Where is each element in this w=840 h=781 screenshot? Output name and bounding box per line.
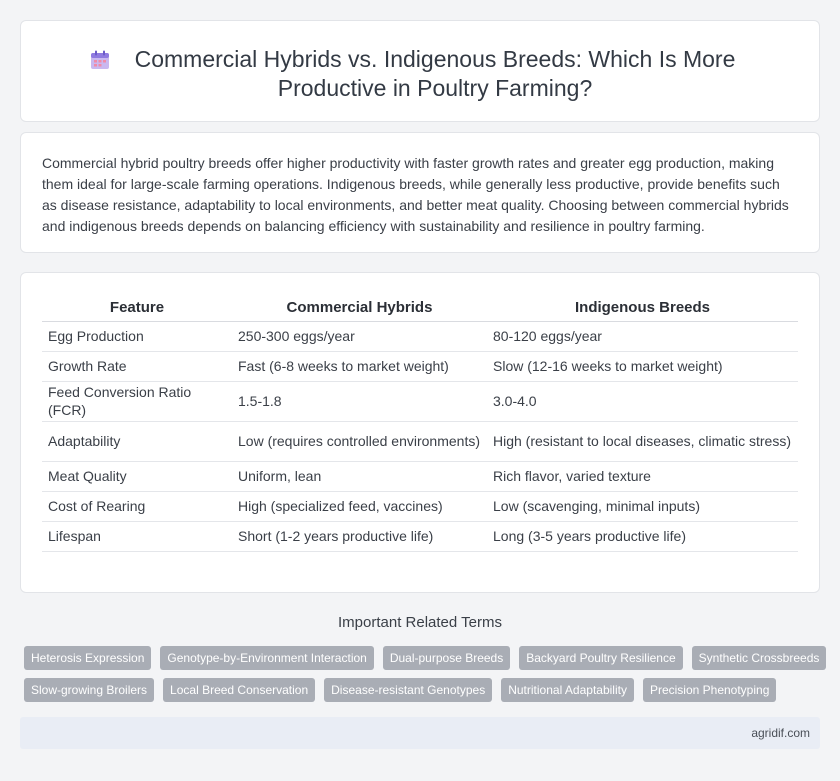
hybrid-cell: Low (requires controlled environments): [232, 421, 487, 462]
feature-cell: Meat Quality: [42, 461, 232, 492]
indigenous-cell: High (resistant to local diseases, clima…: [487, 421, 798, 462]
table-row: Egg Production 250-300 eggs/year 80-120 …: [42, 321, 798, 352]
tag-disease-resistant-genotypes[interactable]: Disease-resistant Genotypes: [324, 678, 493, 702]
feature-cell: Lifespan: [42, 521, 232, 552]
tag-slow-growing-broilers[interactable]: Slow-growing Broilers: [24, 678, 155, 702]
feature-cell: Adaptability: [42, 421, 232, 462]
header-feature: Feature: [42, 295, 232, 322]
indigenous-cell: 3.0-4.0: [487, 381, 798, 422]
table-row: Growth Rate Fast (6-8 weeks to market we…: [42, 351, 798, 382]
table-row: Meat Quality Uniform, lean Rich flavor, …: [42, 461, 798, 492]
hybrid-cell: High (specialized feed, vaccines): [232, 491, 487, 522]
tag-row-1: Heterosis Expression Genotype-by-Environ…: [24, 646, 827, 670]
indigenous-cell: Rich flavor, varied texture: [487, 461, 798, 492]
tag-precision-phenotyping[interactable]: Precision Phenotyping: [642, 678, 777, 702]
comparison-table-card: Feature Commercial Hybrids Indigenous Br…: [20, 272, 820, 593]
tag-genotype-by-environment[interactable]: Genotype-by-Environment Interaction: [160, 646, 374, 670]
page-title: Commercial Hybrids vs. Indigenous Breeds…: [134, 46, 736, 101]
related-terms-tags: Heterosis Expression Genotype-by-Environ…: [24, 646, 827, 710]
feature-cell: Growth Rate: [42, 351, 232, 382]
hybrid-cell: Uniform, lean: [232, 461, 487, 492]
tag-synthetic-crossbreeds[interactable]: Synthetic Crossbreeds: [691, 646, 827, 670]
table-row: Cost of Rearing High (specialized feed, …: [42, 491, 798, 522]
indigenous-cell: 80-120 eggs/year: [487, 321, 798, 352]
tag-local-breed-conservation[interactable]: Local Breed Conservation: [163, 678, 316, 702]
tag-row-2: Slow-growing Broilers Local Breed Conser…: [24, 678, 824, 702]
tag-backyard-poultry-resilience[interactable]: Backyard Poultry Resilience: [519, 646, 683, 670]
table-header-row: Feature Commercial Hybrids Indigenous Br…: [42, 295, 798, 322]
title-card: Commercial Hybrids vs. Indigenous Breeds…: [20, 20, 820, 122]
indigenous-cell: Low (scavenging, minimal inputs): [487, 491, 798, 522]
indigenous-cell: Long (3-5 years productive life): [487, 521, 798, 552]
header-indigenous-breeds: Indigenous Breeds: [487, 295, 798, 322]
comparison-table: Feature Commercial Hybrids Indigenous Br…: [42, 295, 798, 552]
feature-cell: Egg Production: [42, 321, 232, 352]
feature-cell: Feed Conversion Ratio (FCR): [42, 381, 232, 422]
hybrid-cell: Fast (6-8 weeks to market weight): [232, 351, 487, 382]
table-row: Adaptability Low (requires controlled en…: [42, 421, 798, 462]
hybrid-cell: 1.5-1.8: [232, 381, 487, 422]
intro-card: Commercial hybrid poultry breeds offer h…: [20, 132, 820, 253]
hybrid-cell: 250-300 eggs/year: [232, 321, 487, 352]
table-row: Feed Conversion Ratio (FCR) 1.5-1.8 3.0-…: [42, 381, 798, 422]
hybrid-cell: Short (1-2 years productive life): [232, 521, 487, 552]
footer: agridif.com: [20, 717, 820, 749]
header-commercial-hybrids: Commercial Hybrids: [232, 295, 487, 322]
footer-site-link[interactable]: agridif.com: [751, 726, 810, 740]
related-terms-heading: Important Related Terms: [338, 614, 502, 631]
indigenous-cell: Slow (12-16 weeks to market weight): [487, 351, 798, 382]
intro-paragraph: Commercial hybrid poultry breeds offer h…: [42, 155, 789, 234]
tag-heterosis-expression[interactable]: Heterosis Expression: [24, 646, 152, 670]
feature-cell: Cost of Rearing: [42, 491, 232, 522]
table-row: Lifespan Short (1-2 years productive lif…: [42, 521, 798, 552]
tag-nutritional-adaptability[interactable]: Nutritional Adaptability: [501, 678, 634, 702]
tag-dual-purpose-breeds[interactable]: Dual-purpose Breeds: [382, 646, 511, 670]
